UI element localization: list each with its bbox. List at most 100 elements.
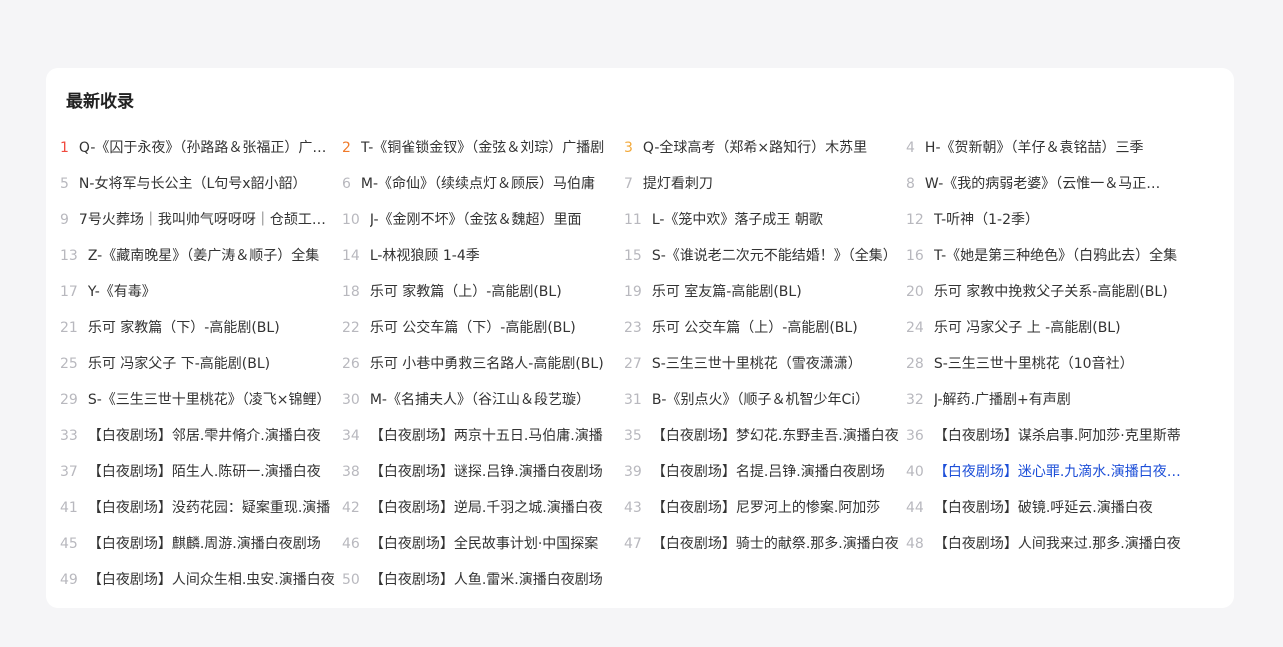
item-title: 7号火葬场｜我叫帅气呀呀呀｜仓颉工作室 [78, 212, 327, 228]
item-number: 21 [60, 320, 78, 336]
item-title: 【白夜剧场】没药花园：疑案重现.演播 [87, 500, 331, 516]
list-item[interactable]: 12 T-听神（1-2季） [906, 202, 1188, 238]
list-item[interactable]: 19 乐可 室友篇-高能剧(BL) [624, 274, 906, 310]
item-number: 17 [60, 284, 78, 300]
list-item[interactable]: 33 【白夜剧场】邻居.雫井脩介.演播白夜 [60, 418, 342, 454]
item-number: 30 [342, 392, 360, 408]
item-title: 【白夜剧场】麒麟.周游.演播白夜剧场 [87, 536, 321, 552]
list-item[interactable]: 35 【白夜剧场】梦幻花.东野圭吾.演播白夜 [624, 418, 906, 454]
item-title: 乐可 冯家父子 上 -高能剧(BL) [933, 320, 1121, 336]
item-title: 【白夜剧场】陌生人.陈研一.演播白夜 [87, 464, 321, 480]
list-item[interactable]: 32 J-解药.广播剧+有声剧 [906, 382, 1188, 418]
list-item[interactable]: 14 L-林视狼顾 1-4季 [342, 238, 624, 274]
list-item[interactable]: 37 【白夜剧场】陌生人.陈研一.演播白夜 [60, 454, 342, 490]
item-number: 33 [60, 428, 78, 444]
item-title: 【白夜剧场】人间我来过.那多.演播白夜 [933, 536, 1181, 552]
list-item[interactable]: 24 乐可 冯家父子 上 -高能剧(BL) [906, 310, 1188, 346]
item-number: 20 [906, 284, 924, 300]
list-item[interactable]: 40 【白夜剧场】迷心罪.九滴水.演播白夜剧场 [906, 454, 1188, 490]
list-item[interactable]: 47 【白夜剧场】骑士的献祭.那多.演播白夜 [624, 526, 906, 562]
item-number: 32 [906, 392, 924, 408]
list-item[interactable]: 6 M-《命仙》（续续点灯＆顾辰）马伯庸 [342, 166, 624, 202]
item-number: 37 [60, 464, 78, 480]
list-item[interactable]: 45 【白夜剧场】麒麟.周游.演播白夜剧场 [60, 526, 342, 562]
list-item[interactable]: 17 Y-《有毒》 [60, 274, 342, 310]
list-item[interactable]: 2 T-《铜雀锁金钗》（金弦＆刘琮）广播剧 [342, 130, 624, 166]
item-number: 7 [624, 176, 633, 192]
list-item[interactable]: 21 乐可 家教篇（下）-高能剧(BL) [60, 310, 342, 346]
item-title: S-三生三世十里桃花（10音社） [933, 356, 1134, 372]
item-title: L-《笼中欢》落子成王 朝歌 [651, 212, 823, 228]
list-item[interactable]: 1 Q-《囚于永夜》（孙路路＆张福正）广播剧 [60, 130, 342, 166]
collection-list: 1 Q-《囚于永夜》（孙路路＆张福正）广播剧 2 T-《铜雀锁金钗》（金弦＆刘琮）广播… [46, 130, 1248, 598]
item-title: M-《命仙》（续续点灯＆顾辰）马伯庸 [360, 176, 596, 192]
item-number: 19 [624, 284, 642, 300]
item-title: J-解药.广播剧+有声剧 [933, 392, 1071, 408]
item-number: 50 [342, 572, 360, 588]
list-item[interactable]: 9 7号火葬场｜我叫帅气呀呀呀｜仓颉工作室 [60, 202, 342, 238]
item-number: 47 [624, 536, 642, 552]
item-number: 24 [906, 320, 924, 336]
item-title: S-三生三世十里桃花（雪夜潇潇） [651, 356, 862, 372]
item-number: 26 [342, 356, 360, 372]
list-item[interactable]: 49 【白夜剧场】人间众生相.虫安.演播白夜 [60, 562, 342, 598]
item-title: 提灯看刺刀 [642, 176, 713, 192]
list-item[interactable]: 11 L-《笼中欢》落子成王 朝歌 [624, 202, 906, 238]
item-title: M-《名捕夫人》（谷江山＆段艺璇） [369, 392, 590, 408]
list-item[interactable]: 36 【白夜剧场】谋杀启事.阿加莎·克里斯蒂 [906, 418, 1188, 454]
item-number: 3 [624, 140, 633, 156]
list-item[interactable]: 39 【白夜剧场】名提.吕铮.演播白夜剧场 [624, 454, 906, 490]
item-number: 39 [624, 464, 642, 480]
list-item[interactable]: 50 【白夜剧场】人鱼.雷米.演播白夜剧场 [342, 562, 624, 598]
item-number: 25 [60, 356, 78, 372]
list-item[interactable]: 5 N-女将军与长公主（L句号x韶小韶） [60, 166, 342, 202]
item-title: S-《谁说老二次元不能结婚！》（全集） [651, 248, 897, 264]
item-title: 乐可 小巷中勇救三名路人-高能剧(BL) [369, 356, 604, 372]
section-title: 最新收录 [66, 92, 134, 112]
list-item[interactable]: 26 乐可 小巷中勇救三名路人-高能剧(BL) [342, 346, 624, 382]
list-item[interactable]: 29 S-《三生三世十里桃花》（凌飞×锦鲤） [60, 382, 342, 418]
list-item[interactable]: 8 W-《我的病弱老婆》（云惟一＆马正阳） [906, 166, 1188, 202]
list-item[interactable]: 20 乐可 家教中挽救父子关系-高能剧(BL) [906, 274, 1188, 310]
list-item[interactable]: 42 【白夜剧场】逆局.千羽之城.演播白夜 [342, 490, 624, 526]
list-item[interactable]: 22 乐可 公交车篇（下）-高能剧(BL) [342, 310, 624, 346]
list-item[interactable]: 18 乐可 家教篇（上）-高能剧(BL) [342, 274, 624, 310]
item-number: 48 [906, 536, 924, 552]
list-item[interactable]: 43 【白夜剧场】尼罗河上的惨案.阿加莎 [624, 490, 906, 526]
item-number: 10 [342, 212, 360, 228]
list-item[interactable]: 27 S-三生三世十里桃花（雪夜潇潇） [624, 346, 906, 382]
item-number: 18 [342, 284, 360, 300]
list-item[interactable]: 38 【白夜剧场】谜探.吕铮.演播白夜剧场 [342, 454, 624, 490]
item-number: 23 [624, 320, 642, 336]
item-title: 【白夜剧场】迷心罪.九滴水.演播白夜剧场 [933, 464, 1182, 480]
list-item[interactable]: 23 乐可 公交车篇（上）-高能剧(BL) [624, 310, 906, 346]
list-item[interactable]: 4 H-《贺新朝》（羊仔＆袁铭喆）三季 [906, 130, 1188, 166]
list-item[interactable]: 3 Q-全球高考（郑希×路知行）木苏里 [624, 130, 906, 166]
item-title: 乐可 公交车篇（下）-高能剧(BL) [369, 320, 576, 336]
item-number: 15 [624, 248, 642, 264]
list-item[interactable]: 16 T-《她是第三种绝色》（白鸦此去）全集 [906, 238, 1188, 274]
item-title: 【白夜剧场】破镜.呼延云.演播白夜 [933, 500, 1153, 516]
list-item[interactable]: 31 B-《别点火》（顺子＆机智少年Ci） [624, 382, 906, 418]
item-title: B-《别点火》（顺子＆机智少年Ci） [651, 392, 870, 408]
list-item[interactable]: 13 Z-《藏南晚星》（姜广涛＆顺子）全集 [60, 238, 342, 274]
list-item[interactable]: 46 【白夜剧场】全民故事计划·中国探案 [342, 526, 624, 562]
list-item[interactable]: 41 【白夜剧场】没药花园：疑案重现.演播 [60, 490, 342, 526]
list-item[interactable]: 28 S-三生三世十里桃花（10音社） [906, 346, 1188, 382]
item-number: 31 [624, 392, 642, 408]
item-number: 14 [342, 248, 360, 264]
list-item[interactable]: 25 乐可 冯家父子 下-高能剧(BL) [60, 346, 342, 382]
list-item[interactable]: 34 【白夜剧场】两京十五日.马伯庸.演播 [342, 418, 624, 454]
item-number: 12 [906, 212, 924, 228]
list-item[interactable]: 48 【白夜剧场】人间我来过.那多.演播白夜 [906, 526, 1188, 562]
item-number: 9 [60, 212, 69, 228]
item-number: 49 [60, 572, 78, 588]
list-item[interactable]: 44 【白夜剧场】破镜.呼延云.演播白夜 [906, 490, 1188, 526]
item-number: 1 [60, 140, 69, 156]
list-item[interactable]: 15 S-《谁说老二次元不能结婚！》（全集） [624, 238, 906, 274]
item-title: 乐可 家教篇（上）-高能剧(BL) [369, 284, 562, 300]
list-item[interactable]: 30 M-《名捕夫人》（谷江山＆段艺璇） [342, 382, 624, 418]
list-item[interactable]: 7 提灯看刺刀 [624, 166, 906, 202]
item-number: 35 [624, 428, 642, 444]
list-item[interactable]: 10 J-《金刚不坏》（金弦＆魏超）里面 [342, 202, 624, 238]
